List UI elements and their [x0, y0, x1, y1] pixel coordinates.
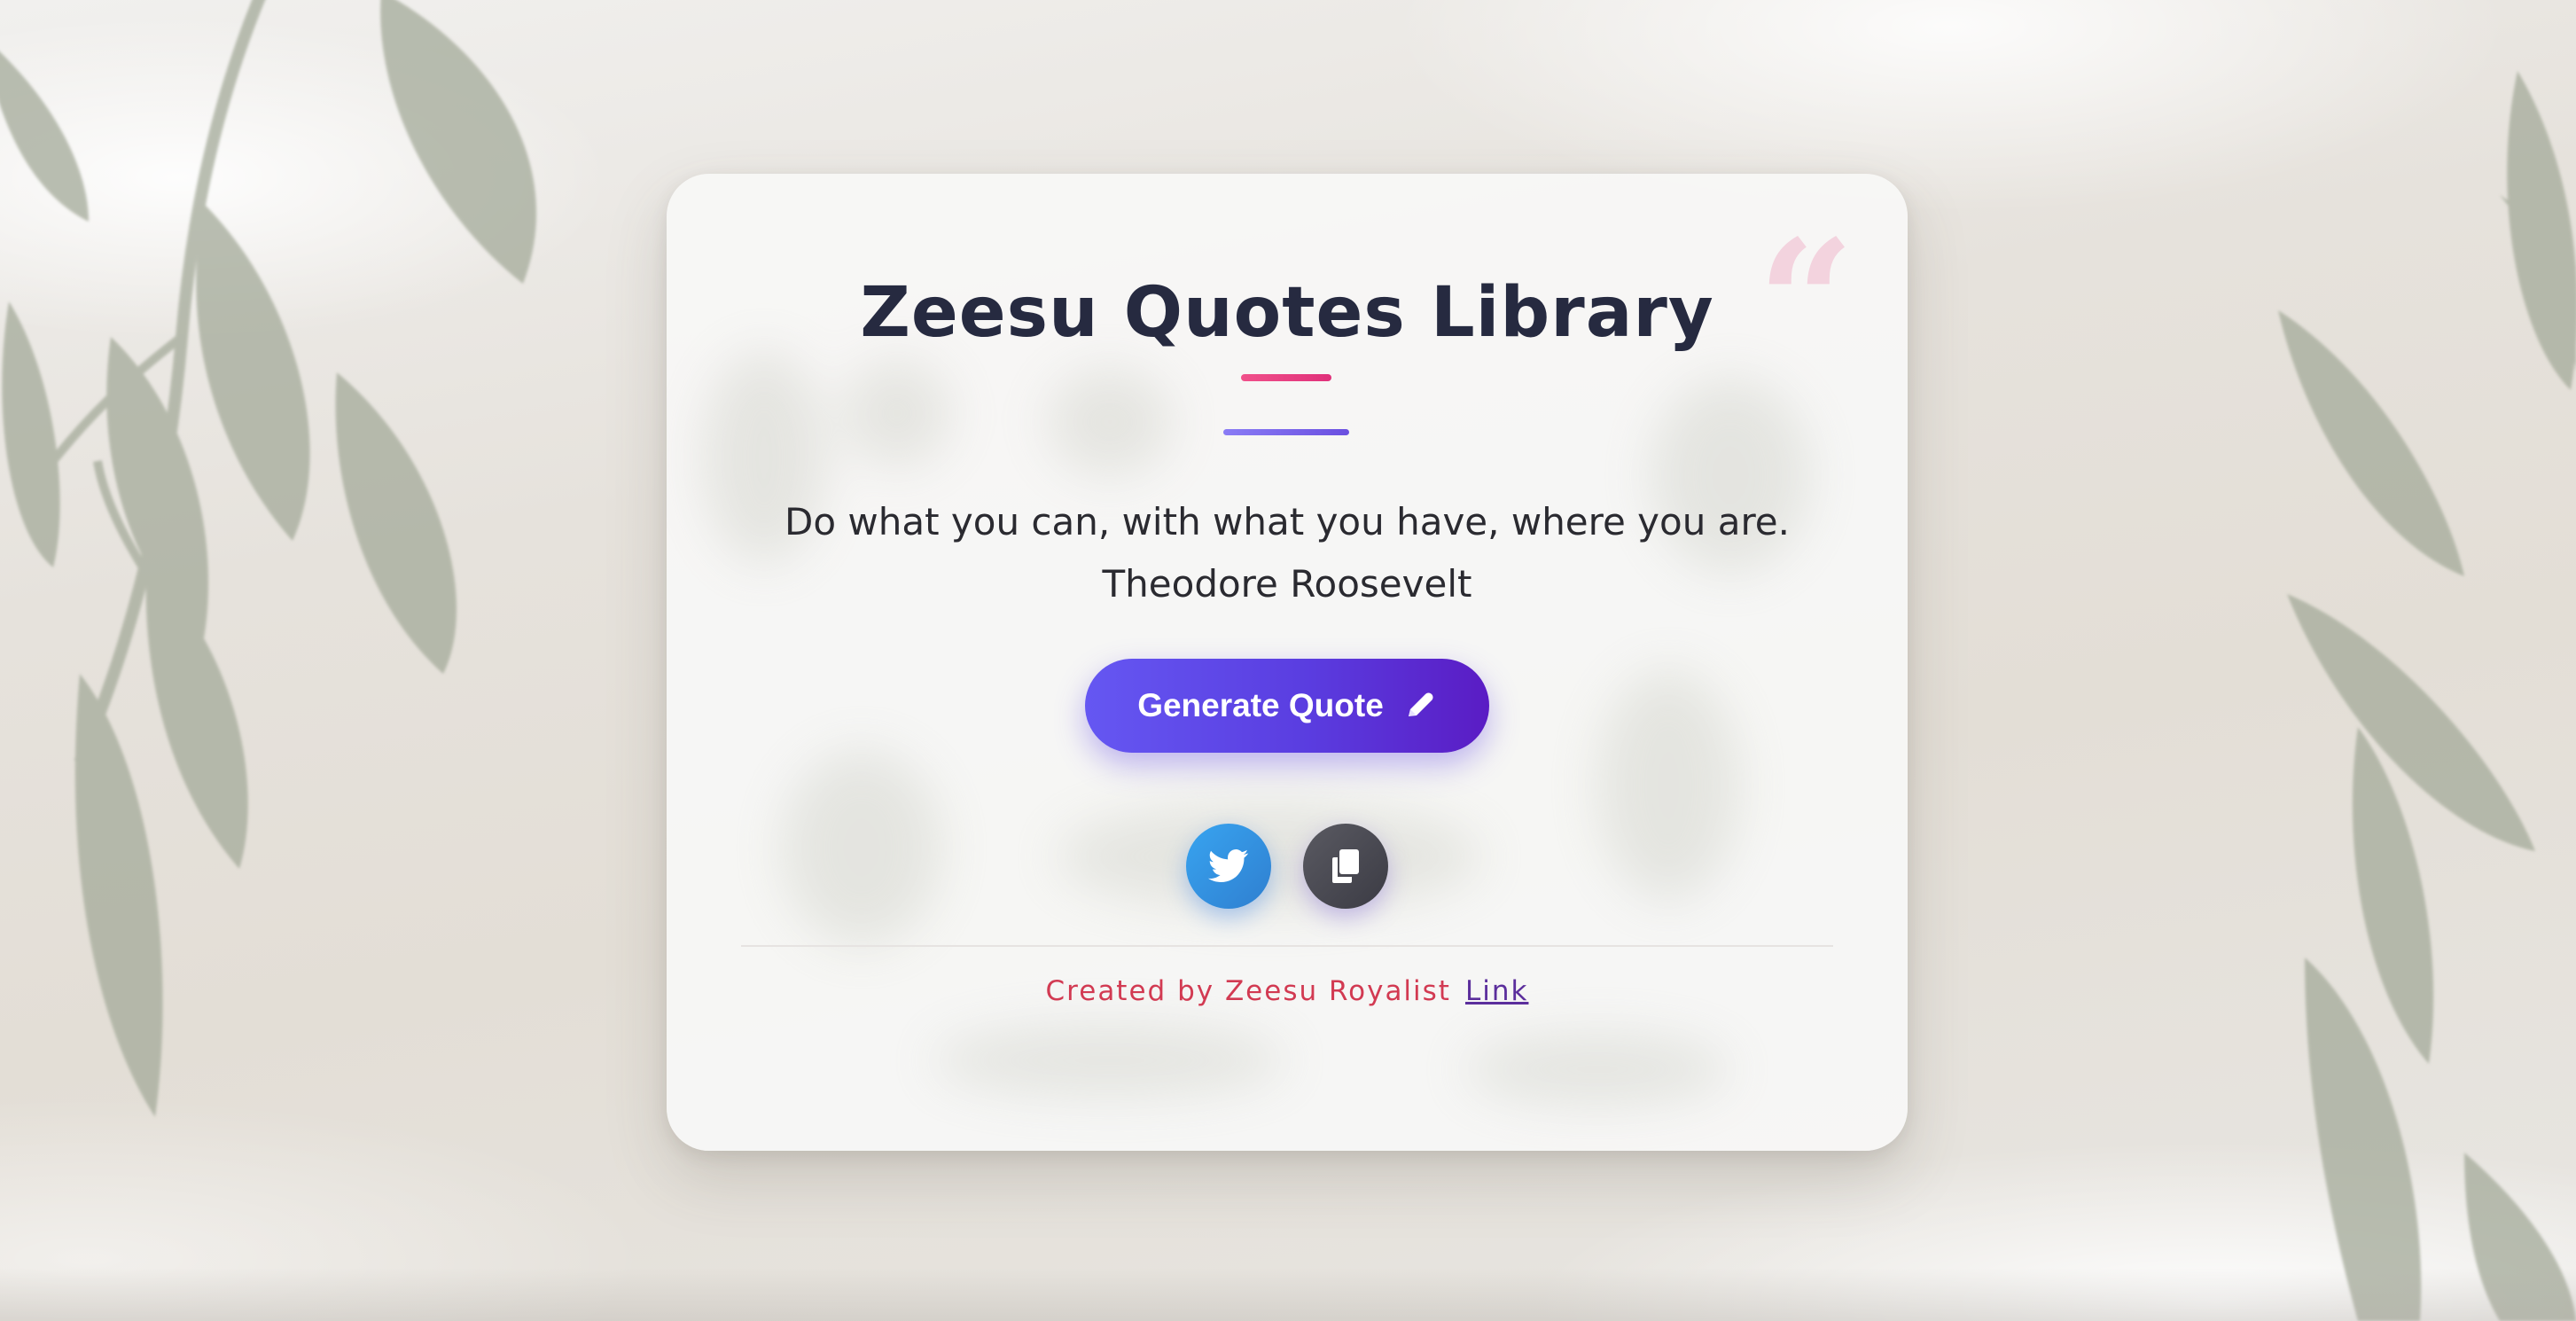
footer-credit: Created by Zeesu Royalist [1045, 975, 1451, 1007]
page-title: Zeesu Quotes Library [860, 273, 1714, 353]
background-bottom-shade [0, 1268, 2576, 1321]
quote-text: Do what you can, with what you have, whe… [785, 500, 1790, 543]
pencil-icon [1408, 692, 1433, 716]
quote-card: “ Zeesu Quotes Library Do what you can, … [667, 174, 1908, 1151]
quote-author: Theodore Roosevelt [1102, 562, 1472, 606]
twitter-icon [1208, 849, 1249, 883]
copy-icon [1332, 849, 1359, 883]
tweet-button[interactable] [1186, 824, 1271, 909]
footer: Created by Zeesu Royalist Link [667, 975, 1908, 1007]
copy-button[interactable] [1303, 824, 1388, 909]
generate-quote-label: Generate Quote [1137, 687, 1384, 723]
title-underline-pink [1241, 374, 1331, 381]
footer-link[interactable]: Link [1465, 975, 1528, 1007]
title-underline-purple [1223, 429, 1349, 435]
footer-divider [741, 945, 1833, 947]
generate-quote-button[interactable]: Generate Quote [1085, 659, 1489, 753]
